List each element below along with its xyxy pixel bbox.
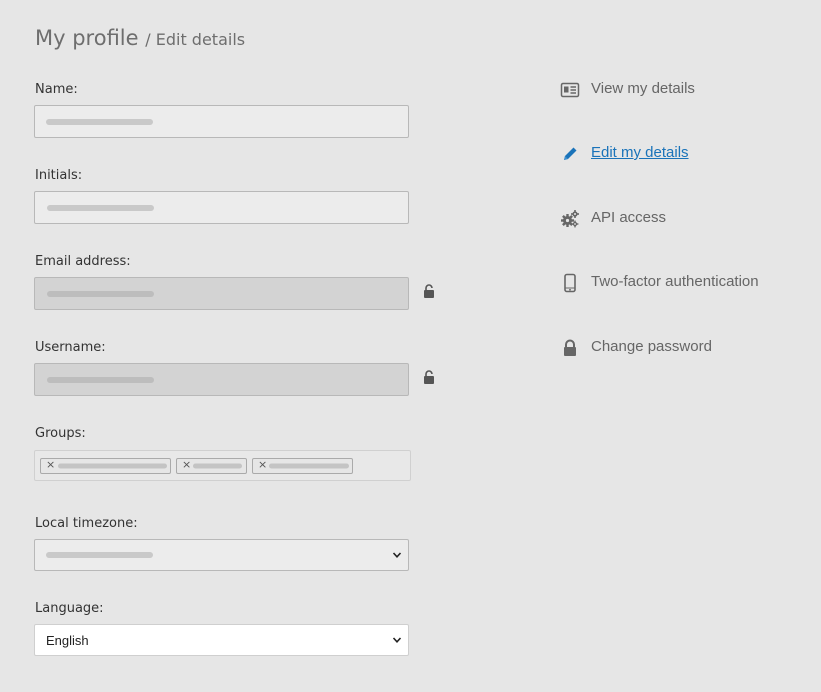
redacted-value (47, 376, 154, 383)
redacted-value (47, 290, 154, 297)
groups-multiselect[interactable]: × × × (34, 450, 411, 481)
unlock-icon[interactable] (423, 284, 435, 298)
redacted-value (58, 463, 167, 469)
menu-item-label: Change password (591, 338, 712, 355)
group-chip: × (252, 458, 353, 474)
initials-input[interactable] (34, 191, 409, 224)
lock-icon (564, 339, 576, 356)
language-select[interactable]: English (34, 624, 409, 656)
menu-item-label: API access (591, 209, 667, 226)
language-label: Language: (35, 601, 104, 616)
remove-chip-icon[interactable]: × (182, 458, 191, 471)
email-label: Email address: (35, 254, 131, 269)
username-field (34, 363, 409, 396)
redacted-value (46, 118, 153, 125)
mobile-phone-icon (564, 273, 576, 293)
initials-label: Initials: (35, 168, 83, 183)
menu-item-label: Edit my details (591, 144, 689, 161)
remove-chip-icon[interactable]: × (46, 458, 55, 471)
redacted-value (47, 204, 154, 211)
language-selected-value: English (46, 633, 89, 648)
chevron-down-icon (392, 637, 402, 643)
email-field (34, 277, 409, 310)
pencil-icon (564, 147, 577, 160)
redacted-value (193, 463, 242, 469)
gears-icon (561, 210, 579, 228)
timezone-label: Local timezone: (35, 516, 138, 531)
username-label: Username: (35, 340, 106, 355)
id-card-icon (560, 82, 580, 98)
menu-item-label: View my details (591, 80, 695, 97)
page-title: My profile / Edit details (35, 26, 245, 50)
page-subtitle: / Edit details (145, 30, 246, 49)
menu-item-label: Two-factor authentication (591, 273, 759, 290)
groups-label: Groups: (35, 426, 86, 441)
remove-chip-icon[interactable]: × (258, 458, 267, 471)
redacted-value (46, 552, 153, 558)
unlock-icon[interactable] (423, 370, 435, 384)
name-label: Name: (35, 82, 78, 97)
chevron-down-icon (392, 552, 402, 558)
redacted-value (269, 463, 349, 469)
group-chip: × (40, 458, 171, 474)
group-chip: × (176, 458, 247, 474)
name-input[interactable] (34, 105, 409, 138)
timezone-select[interactable] (34, 539, 409, 571)
page-title-main: My profile (35, 26, 139, 50)
